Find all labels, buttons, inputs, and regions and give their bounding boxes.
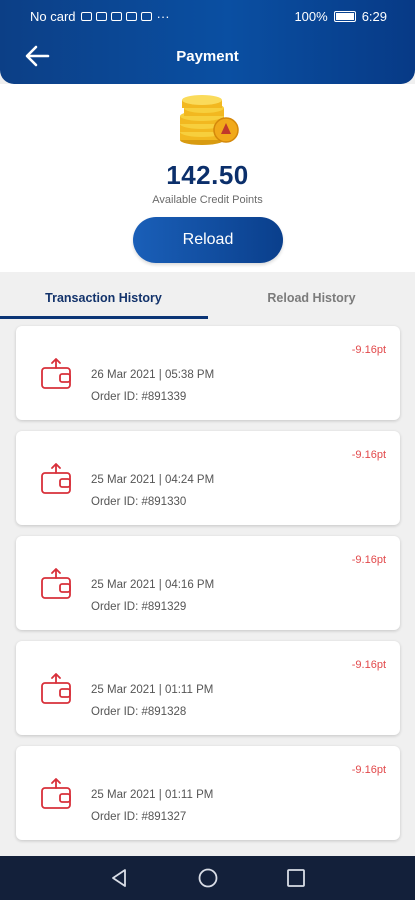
status-left: No card ··· xyxy=(30,9,170,24)
transaction-card[interactable]: 25 Mar 2021 | 04:24 PM Order ID: #891330… xyxy=(16,431,400,525)
circle-home-icon[interactable] xyxy=(196,866,220,890)
transaction-order-id: Order ID: #891328 xyxy=(91,706,187,718)
transaction-date: 25 Mar 2021 | 01:11 PM xyxy=(91,684,214,696)
transaction-card[interactable]: 25 Mar 2021 | 04:16 PM Order ID: #891329… xyxy=(16,536,400,630)
status-right: 100% 6:29 xyxy=(294,9,387,24)
credit-summary: 142.50 Available Credit Points Reload xyxy=(0,84,415,272)
sim-icon xyxy=(80,11,92,21)
credit-points-label: Available Credit Points xyxy=(152,194,263,206)
triangle-back-icon[interactable] xyxy=(107,866,131,890)
clock: 6:29 xyxy=(361,8,387,24)
transaction-date: 26 Mar 2021 | 05:38 PM xyxy=(91,369,215,381)
tab-transaction-history[interactable]: Transaction History xyxy=(0,282,207,320)
square-recent-icon[interactable] xyxy=(284,866,308,890)
app-header: No card ··· 100% 6:29 Payment xyxy=(0,0,415,84)
wallet-outgoing-icon xyxy=(41,673,71,704)
transaction-order-id: Order ID: #891329 xyxy=(91,601,187,613)
wallet-outgoing-icon xyxy=(41,778,71,809)
page-title: Payment xyxy=(176,48,239,65)
carrier-text: No card xyxy=(30,8,76,24)
transaction-order-id: Order ID: #891330 xyxy=(91,496,187,508)
usb-icon xyxy=(110,11,122,21)
transaction-amount: -9.16pt xyxy=(351,659,386,671)
mail-icon xyxy=(140,11,152,21)
more-notifications-icon: ··· xyxy=(156,8,170,24)
transaction-date: 25 Mar 2021 | 04:24 PM xyxy=(91,474,215,486)
transaction-date: 25 Mar 2021 | 04:16 PM xyxy=(91,579,215,591)
notification-icons xyxy=(80,11,152,21)
wallet-outgoing-icon xyxy=(41,568,71,599)
transaction-amount: -9.16pt xyxy=(351,449,386,461)
wallet-outgoing-icon xyxy=(41,463,71,494)
transaction-card[interactable]: 25 Mar 2021 | 01:11 PM Order ID: #891328… xyxy=(16,641,400,735)
history-tabs: Transaction History Reload History xyxy=(0,282,415,320)
tab-reload-history[interactable]: Reload History xyxy=(208,282,415,320)
credit-points-value: 142.50 xyxy=(166,160,249,190)
transaction-order-id: Order ID: #891339 xyxy=(91,391,187,403)
transaction-amount: -9.16pt xyxy=(351,344,386,356)
battery-icon xyxy=(333,10,356,22)
system-nav-bar xyxy=(0,856,415,900)
transaction-amount: -9.16pt xyxy=(351,764,386,776)
reload-button[interactable]: Reload xyxy=(133,217,283,263)
transaction-amount: -9.16pt xyxy=(351,554,386,566)
transaction-card[interactable]: 26 Mar 2021 | 05:38 PM Order ID: #891339… xyxy=(16,326,400,420)
wallet-outgoing-icon xyxy=(41,358,71,389)
transaction-date: 25 Mar 2021 | 01:11 PM xyxy=(91,789,214,801)
youtube-icon xyxy=(125,11,137,21)
active-tab-indicator xyxy=(0,316,208,319)
coins-stack-icon xyxy=(180,95,239,145)
status-bar: No card ··· 100% 6:29 xyxy=(30,6,387,26)
transaction-order-id: Order ID: #891327 xyxy=(91,811,187,823)
wifi-icon xyxy=(95,11,107,21)
transaction-card[interactable]: 25 Mar 2021 | 01:11 PM Order ID: #891327… xyxy=(16,746,400,840)
battery-percent: 100% xyxy=(294,8,328,24)
